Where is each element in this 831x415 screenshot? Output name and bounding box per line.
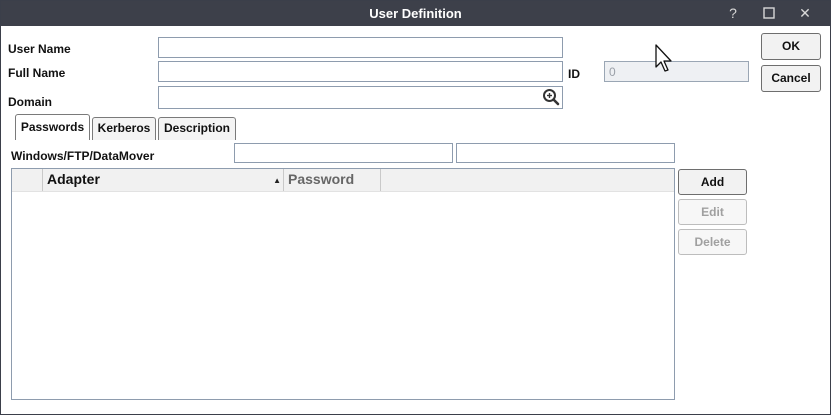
mouse-cursor-icon <box>655 44 675 77</box>
windows-ftp-datamover-label: Windows/FTP/DataMover <box>11 149 155 163</box>
column-adapter-label: Adapter <box>47 171 100 187</box>
tab-panel-divider <box>11 140 675 141</box>
maximize-icon[interactable] <box>758 3 780 23</box>
ok-button[interactable]: OK <box>761 33 821 60</box>
row-header-column <box>12 169 43 191</box>
tab-passwords[interactable]: Passwords <box>15 114 90 140</box>
user-definition-dialog: User Definition ? ✕ User Name Full Name … <box>0 0 831 415</box>
delete-button[interactable]: Delete <box>678 229 747 255</box>
sort-ascending-icon: ▲ <box>273 176 281 185</box>
id-label: ID <box>568 67 580 81</box>
title-bar: User Definition ? ✕ <box>1 1 830 26</box>
domain-lookup-field[interactable] <box>158 86 563 109</box>
domain-label: Domain <box>8 95 53 109</box>
column-adapter[interactable]: Adapter ▲ <box>43 169 284 191</box>
adapter-password-table[interactable]: Adapter ▲ Password <box>11 168 675 400</box>
user-name-label: User Name <box>8 42 71 56</box>
windows-password-confirm-input[interactable] <box>456 143 675 163</box>
full-name-input[interactable] <box>158 61 563 82</box>
full-name-label: Full Name <box>8 66 66 80</box>
windows-password-input[interactable] <box>234 143 453 163</box>
tab-description[interactable]: Description <box>158 117 236 140</box>
tab-kerberos[interactable]: Kerberos <box>92 117 156 140</box>
close-icon[interactable]: ✕ <box>794 3 816 23</box>
edit-button[interactable]: Edit <box>678 199 747 225</box>
cancel-button[interactable]: Cancel <box>761 65 821 92</box>
help-icon[interactable]: ? <box>722 3 744 23</box>
table-header: Adapter ▲ Password <box>12 169 674 192</box>
column-password[interactable]: Password <box>284 169 381 191</box>
add-button[interactable]: Add <box>678 169 747 195</box>
id-field <box>604 61 749 82</box>
user-name-input[interactable] <box>158 37 563 58</box>
dialog-title: User Definition <box>369 6 462 21</box>
search-zoom-icon[interactable] <box>542 88 560 109</box>
